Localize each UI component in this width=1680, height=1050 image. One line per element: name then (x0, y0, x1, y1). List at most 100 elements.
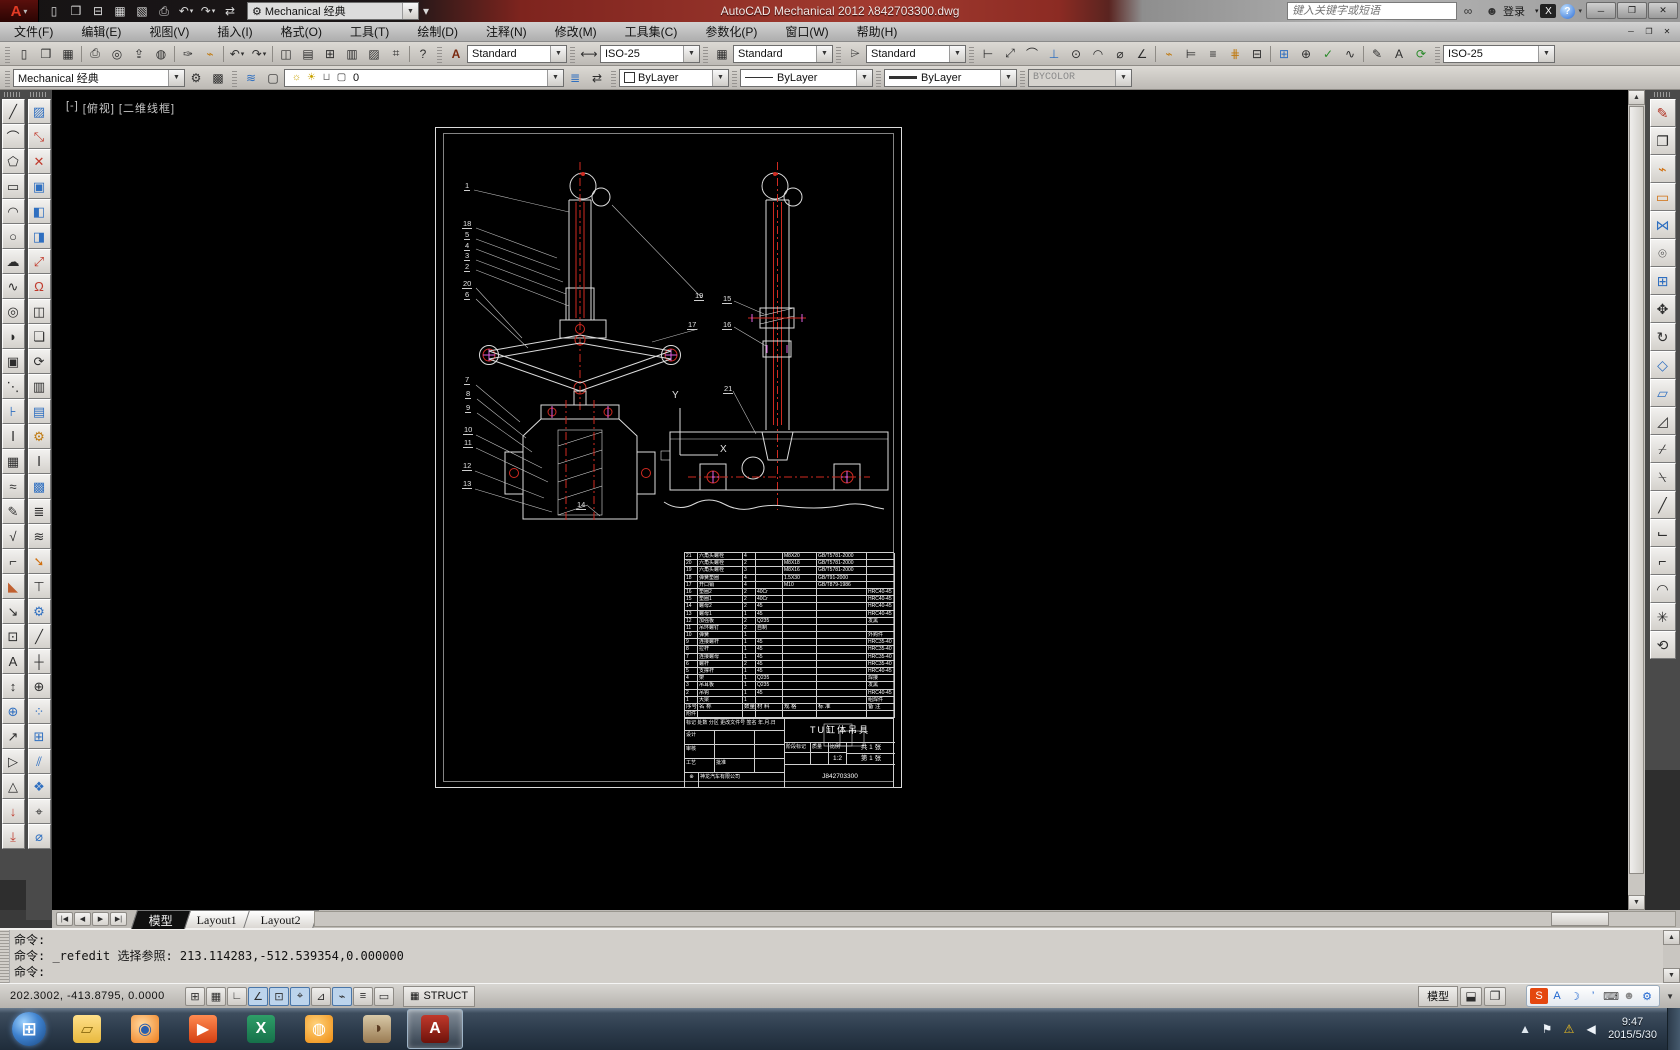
web-icon[interactable]: ◍ (150, 44, 172, 64)
dim-angular-icon[interactable]: ∠ (1131, 44, 1153, 64)
annotate-rotate-icon[interactable]: ⟳ (28, 349, 51, 374)
color-arrow-icon[interactable]: ➘ (28, 549, 51, 574)
dim-textedit-icon[interactable]: A (1388, 44, 1410, 64)
command-window-grip[interactable] (0, 930, 10, 983)
ellipse-arc-icon[interactable]: ◗ (2, 324, 25, 349)
c2-parallel-icon[interactable]: ⫽ (28, 749, 51, 774)
rotate-icon[interactable]: ↻ (1650, 323, 1676, 351)
doc-restore-button[interactable]: ❐ (1640, 24, 1658, 39)
copy-icon[interactable]: ❐ (1650, 127, 1676, 155)
break-point-icon[interactable]: ╱ (1650, 491, 1676, 519)
workspace-dropdown-icon[interactable]: ▼ (402, 3, 418, 19)
calculator-icon[interactable]: ⌗ (385, 44, 407, 64)
new-icon[interactable]: ▯ (43, 1, 65, 21)
quickview-layouts-icon[interactable]: ❐ (1484, 987, 1506, 1006)
welding-symbol-icon[interactable]: ⌐ (2, 549, 25, 574)
dim-quick-icon[interactable]: ⌁ (1158, 44, 1180, 64)
polyline-icon[interactable]: ⌒ (2, 124, 25, 149)
open-icon[interactable]: ❒ (35, 44, 57, 64)
screw-set-icon[interactable]: ▩ (28, 474, 51, 499)
power-copy-icon[interactable]: ⌁ (1650, 155, 1676, 183)
sheetset-icon[interactable]: ⊟ (87, 1, 109, 21)
erase-icon[interactable]: ✎ (1650, 99, 1676, 127)
menu-draw[interactable]: 绘制(D) (403, 23, 472, 40)
save-icon[interactable]: ▦ (109, 1, 131, 21)
model-layout-icon[interactable]: ⬓ (1460, 987, 1482, 1006)
menu-parametric[interactable]: 参数化(P) (691, 23, 771, 40)
power-edit-icon[interactable]: ⚙ (28, 424, 51, 449)
search-input[interactable] (1287, 2, 1457, 20)
detail-box3-icon[interactable]: ◨ (28, 224, 51, 249)
layer-color-swatch[interactable]: ▢ (334, 70, 349, 86)
lengthen-icon[interactable]: ◿ (1650, 407, 1676, 435)
otrack-toggle[interactable]: ⌖ (290, 987, 310, 1006)
drawing-canvas[interactable]: [-] [俯视] [二维线框] (52, 90, 1628, 910)
surface-finish-icon[interactable]: √ (2, 524, 25, 549)
polar-toggle[interactable]: ∠ (248, 987, 268, 1006)
washer-stack-icon[interactable]: ≣ (28, 499, 51, 524)
spline-icon[interactable]: ∿ (2, 274, 25, 299)
save-icon[interactable]: ▦ (57, 44, 79, 64)
offset-icon[interactable]: ⌾ (1650, 239, 1676, 267)
search-icon[interactable]: ∞ (1457, 2, 1479, 20)
menu-view[interactable]: 视图(V) (135, 23, 203, 40)
script-icon[interactable]: ⌁ (199, 44, 221, 64)
tab-next-icon[interactable]: ▶ (92, 912, 109, 926)
mleader-style-icon[interactable]: ⌲ (844, 44, 866, 64)
detail-box-icon[interactable]: ▣ (28, 174, 51, 199)
explode-icon[interactable]: ✳ (1650, 603, 1676, 631)
point-icon[interactable]: ⋱ (2, 374, 25, 399)
show-desktop-button[interactable] (1667, 1008, 1680, 1050)
tray-show-hidden-icon[interactable]: ▲ (1514, 1018, 1536, 1040)
command-scroll-down-icon[interactable]: ▼ (1663, 968, 1680, 983)
power-snap-icon[interactable]: Ω (28, 274, 51, 299)
horizontal-scrollbar[interactable] (314, 911, 1676, 927)
join-icon[interactable]: ⌙ (1650, 519, 1676, 547)
mirror-icon[interactable]: ⋈ (1650, 211, 1676, 239)
c2-centercircle-icon[interactable]: ⊕ (28, 674, 51, 699)
polygon-icon[interactable]: ⬠ (2, 149, 25, 174)
tab-layout2[interactable]: Layout2 (243, 910, 319, 929)
markup-icon[interactable]: ▨ (363, 44, 385, 64)
stretch-icon[interactable]: ▱ (1650, 379, 1676, 407)
color-combo[interactable]: ByLayer▼ (619, 69, 729, 87)
layer-on-icon[interactable]: ☼ (289, 70, 304, 86)
vertical-scrollbar[interactable]: ▲ ▼ (1628, 90, 1645, 910)
restore-button[interactable]: ❐ (1617, 2, 1647, 19)
dim-jogged-icon[interactable]: ◠ (1087, 44, 1109, 64)
frame-icon[interactable]: ◫ (28, 299, 51, 324)
move-icon[interactable]: ✥ (1650, 295, 1676, 323)
layer-combo[interactable]: ☼☀⊔▢ 0 ▼ (284, 69, 564, 87)
ortho-toggle[interactable]: ∟ (227, 987, 247, 1006)
command-window[interactable]: 命令:命令: _refedit 选择参照: 213.114283,-512.53… (0, 928, 1680, 983)
command-line[interactable]: 命令: (14, 964, 1659, 980)
dim-ordinate-icon[interactable]: ⊥ (1043, 44, 1065, 64)
sheetset-manager-icon[interactable]: ▥ (341, 44, 363, 64)
workspace-settings-icon[interactable]: ⚙ (185, 68, 207, 88)
command-scrollbar[interactable]: ▲ ▼ (1663, 930, 1680, 983)
redo-icon[interactable]: ↷▾ (197, 1, 219, 21)
help-icon[interactable]: ? (412, 44, 434, 64)
circle-icon[interactable]: ○ (2, 224, 25, 249)
text-style-icon[interactable]: A (445, 44, 467, 64)
properties-icon[interactable]: ◫ (275, 44, 297, 64)
doc-minimize-button[interactable]: ─ (1622, 24, 1640, 39)
dim-aligned-icon[interactable]: ⤢ (999, 44, 1021, 64)
dim-continue-icon[interactable]: ≡ (1202, 44, 1224, 64)
snap-toggle[interactable]: ⊞ (185, 987, 205, 1006)
application-menu-button[interactable]: A▾ (0, 0, 39, 22)
media-app-icon[interactable]: ▶ (175, 1009, 231, 1049)
dim-style-combo[interactable]: ISO-25▼ (600, 45, 700, 63)
move-assoc-icon[interactable]: ⤡ (28, 124, 51, 149)
c2-square-icon[interactable]: ⊞ (28, 724, 51, 749)
leader-text-icon[interactable]: ✎ (2, 499, 25, 524)
detail-box2-icon[interactable]: ◧ (28, 199, 51, 224)
ime-moon-icon[interactable]: ☽ (1566, 988, 1584, 1004)
text-icon[interactable]: A (2, 649, 25, 674)
designcenter-icon[interactable]: ▤ (297, 44, 319, 64)
workspace-switcher[interactable]: ⚙ Mechanical 经典 ▼ (247, 2, 419, 20)
dyn-toggle[interactable]: ⌁ (332, 987, 352, 1006)
c2-diamonds-icon[interactable]: ❖ (28, 774, 51, 799)
command-line[interactable]: 命令: _refedit 选择参照: 213.114283,-512.53935… (14, 948, 1659, 964)
ime-mode-icon[interactable]: A (1548, 988, 1566, 1004)
